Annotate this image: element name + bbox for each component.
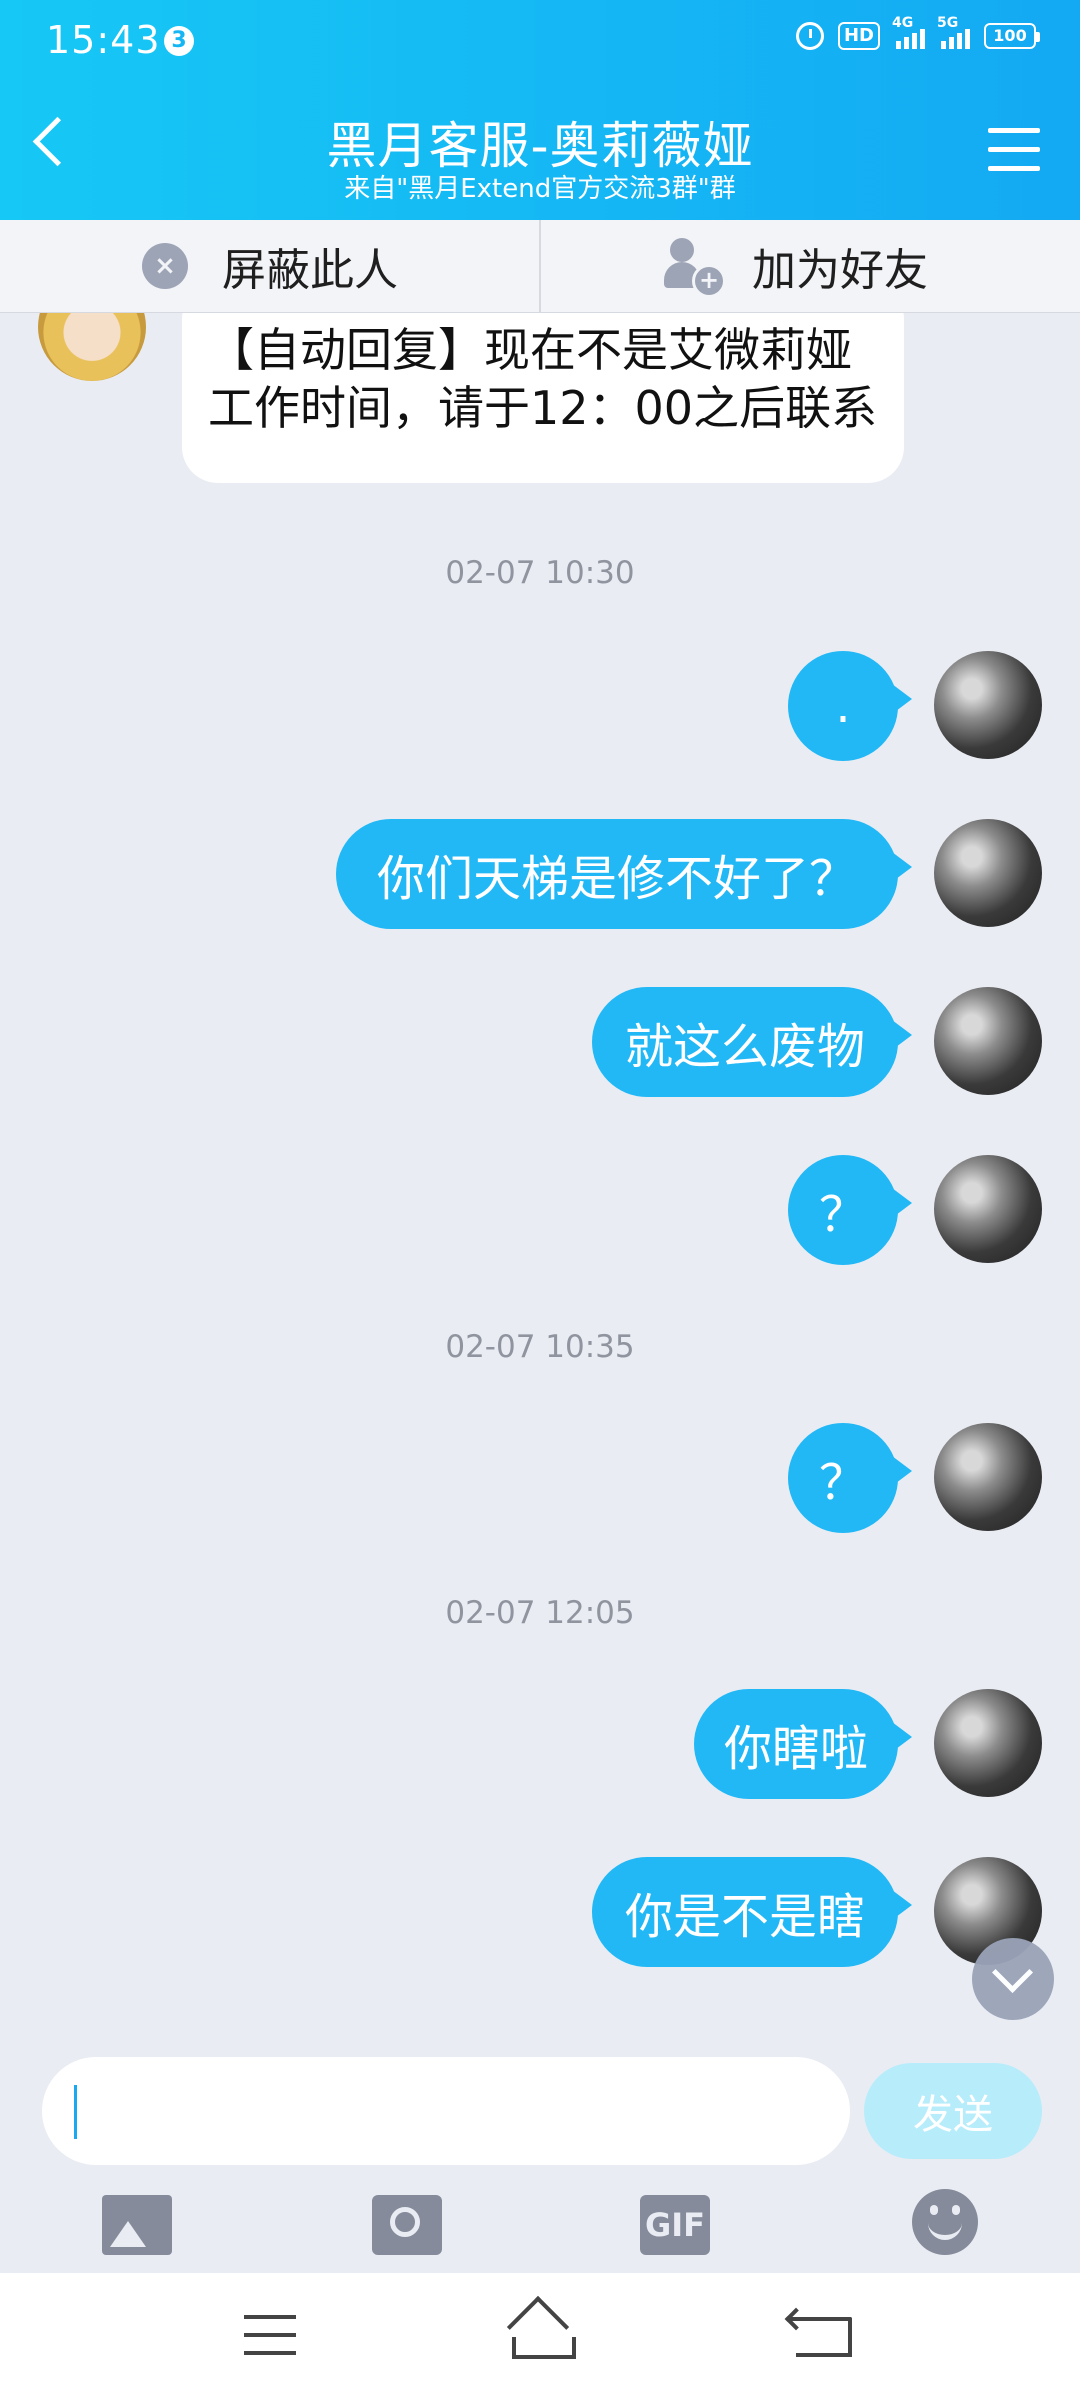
gif-icon[interactable]: GIF (640, 2195, 710, 2255)
message-text: 你是不是瞎 (624, 1889, 865, 1945)
chat-subtitle: 来自"黑月Extend官方交流3群"群 (344, 174, 736, 204)
battery-icon: 100 (984, 23, 1040, 49)
outgoing-message[interactable]: 你们天梯是修不好了？ (336, 819, 912, 929)
recent-apps-icon[interactable] (244, 2315, 296, 2357)
input-bar: 发送 GIF (0, 2033, 1080, 2273)
network-5g-label: 5G (937, 15, 959, 31)
message-text: ？ (818, 1187, 867, 1243)
status-icons: HD 4G 5G 100 (795, 15, 1040, 50)
signal-4g-icon: 4G (892, 15, 925, 49)
outgoing-message[interactable]: 就这么废物 (592, 987, 912, 1097)
back-nav-icon[interactable] (790, 2317, 852, 2357)
image-icon[interactable] (102, 2195, 172, 2255)
add-friend-button[interactable]: + 加为好友 (664, 220, 928, 312)
action-bar: × 屏蔽此人 + 加为好友 (0, 220, 1080, 313)
menu-button[interactable] (988, 128, 1040, 172)
my-avatar[interactable] (934, 987, 1042, 1095)
block-icon: × (142, 243, 188, 289)
my-avatar[interactable] (934, 1155, 1042, 1263)
message-text: . (835, 678, 851, 734)
timestamp: 02-07 12:05 (445, 1595, 635, 1631)
outgoing-message[interactable]: ？ (788, 1423, 912, 1533)
emoji-icon[interactable] (912, 2189, 978, 2255)
camera-icon[interactable] (372, 2195, 442, 2255)
outgoing-message[interactable]: ？ (788, 1155, 912, 1265)
text-cursor (74, 2085, 77, 2139)
block-user-button[interactable]: × 屏蔽此人 (142, 220, 398, 312)
hd-icon: HD (837, 22, 880, 50)
timestamp: 02-07 10:35 (445, 1329, 635, 1365)
chat-area[interactable]: 【自动回复】现在不是艾微莉娅工作时间，请于12：00之后联系 02-07 10:… (0, 313, 1080, 2033)
scroll-to-bottom-button[interactable] (972, 1938, 1054, 2020)
outgoing-message[interactable]: . (788, 651, 912, 761)
alarm-icon (795, 22, 824, 50)
system-nav-bar (0, 2273, 1080, 2400)
incoming-message[interactable]: 【自动回复】现在不是艾微莉娅工作时间，请于12：00之后联系 (182, 313, 904, 483)
message-text: 你们天梯是修不好了？ (376, 851, 857, 907)
signal-5g-icon: 5G (937, 15, 970, 49)
message-text: 你瞎啦 (724, 1721, 869, 1777)
status-time: 15:43 (46, 18, 161, 62)
my-avatar[interactable] (934, 819, 1042, 927)
message-text: 就这么废物 (624, 1019, 865, 1075)
my-avatar[interactable] (934, 1689, 1042, 1797)
send-button[interactable]: 发送 (864, 2063, 1042, 2159)
network-4g-label: 4G (892, 15, 914, 31)
outgoing-message[interactable]: 你瞎啦 (694, 1689, 912, 1799)
divider (539, 220, 541, 312)
block-user-label: 屏蔽此人 (222, 245, 398, 296)
my-avatar[interactable] (934, 651, 1042, 759)
message-text: ？ (818, 1455, 867, 1511)
message-input[interactable] (42, 2057, 850, 2165)
notification-badge: 3 (164, 26, 194, 56)
add-friend-label: 加为好友 (752, 245, 928, 296)
top-bar: 15:43 3 HD 4G 5G 100 黑月客服-奥莉薇娅 来自"黑月Exte… (0, 0, 1080, 220)
sender-avatar[interactable] (38, 313, 146, 381)
add-user-icon: + (664, 238, 726, 298)
home-icon[interactable] (506, 2317, 576, 2359)
timestamp: 02-07 10:30 (445, 555, 635, 591)
my-avatar[interactable] (934, 1423, 1042, 1531)
outgoing-message[interactable]: 你是不是瞎 (592, 1857, 912, 1967)
